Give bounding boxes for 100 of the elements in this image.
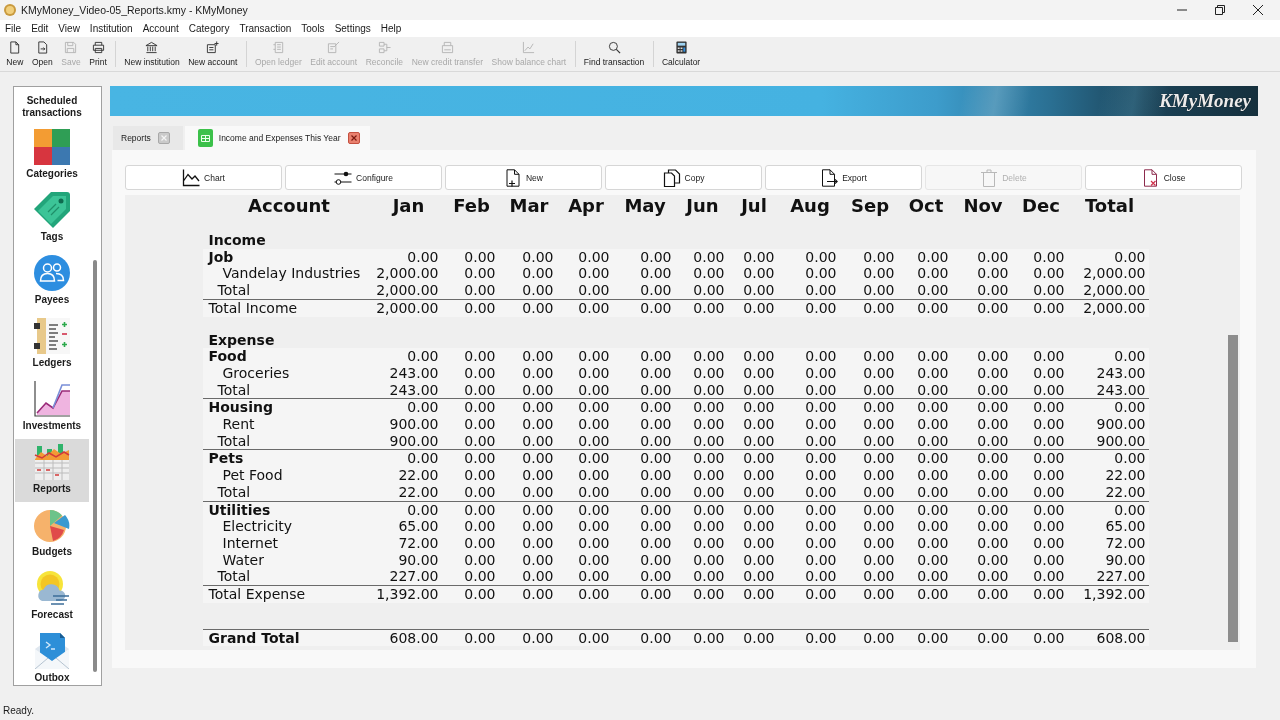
menu-item[interactable]: File xyxy=(0,22,27,35)
report-button[interactable]: Chart xyxy=(125,165,282,190)
document-arrow-icon xyxy=(35,41,49,54)
sidebar-item[interactable]: Scheduled transactions xyxy=(15,87,89,124)
restore-icon[interactable] xyxy=(1215,5,1225,15)
toolbar-button[interactable]: New account xyxy=(183,37,242,71)
document-icon xyxy=(8,41,22,54)
sidebar-item[interactable]: Tags xyxy=(15,187,89,250)
sidebar-item[interactable]: Reports xyxy=(15,439,89,502)
amount-cell: 0.00 xyxy=(441,282,499,300)
amount-cell: 0.00 xyxy=(839,416,898,433)
sidebar-item[interactable]: Ledgers xyxy=(15,313,89,376)
amount-cell: 0.00 xyxy=(441,586,499,603)
report-button[interactable]: Configure xyxy=(285,165,442,190)
sidebar-item[interactable]: Budgets xyxy=(15,502,89,565)
amount-cell: 0.00 xyxy=(441,399,499,417)
menu-item[interactable]: Category xyxy=(183,22,235,35)
amount-cell: 0.00 xyxy=(498,450,557,468)
amount-cell: 0.00 xyxy=(441,568,499,587)
scrollbar-thumb[interactable] xyxy=(1228,335,1238,642)
amount-cell: 0.00 xyxy=(441,248,499,266)
document-pencil-icon xyxy=(327,41,341,54)
amount-cell: 0.00 xyxy=(674,568,728,587)
report-button[interactable]: Export xyxy=(765,165,922,190)
amount-cell: 0.00 xyxy=(556,628,613,647)
toolbar-button[interactable]: Print xyxy=(84,37,112,71)
grand-total-label: Grand Total xyxy=(202,628,373,647)
amount-cell: 0.00 xyxy=(498,265,557,283)
menu-item[interactable]: Edit xyxy=(26,22,54,35)
report-button[interactable]: Copy xyxy=(605,165,762,190)
menu-item[interactable]: View xyxy=(53,22,85,35)
amount-cell: 0.00 xyxy=(897,265,952,283)
toolbar-button[interactable]: Find transaction xyxy=(579,37,649,71)
toolbar-button[interactable]: Open xyxy=(27,37,57,71)
amount-cell: 0.00 xyxy=(498,348,557,365)
amount-cell: 0.00 xyxy=(951,518,1012,535)
amount-cell: 608.00 xyxy=(1067,628,1149,647)
menu-item[interactable]: Settings xyxy=(329,22,376,35)
sidebar-item[interactable]: Investments xyxy=(15,376,89,439)
amount-cell: 0.00 xyxy=(556,399,613,417)
subtotal-label: Total xyxy=(202,282,373,300)
amount-cell: 0.00 xyxy=(839,399,898,417)
amount-cell: 0.00 xyxy=(839,628,898,647)
category-name: Housing xyxy=(202,399,373,417)
menu-item[interactable]: Account xyxy=(137,22,184,35)
amount-cell: 0.00 xyxy=(951,416,1012,433)
coin-icon xyxy=(4,4,16,16)
menu-item[interactable]: Transaction xyxy=(234,22,297,35)
sidebar-item[interactable]: Payees xyxy=(15,250,89,313)
amount-cell: 0.00 xyxy=(498,518,557,535)
toolbar-button[interactable]: New xyxy=(2,37,28,71)
amount-cell: 0.00 xyxy=(777,248,840,266)
amount-cell: 22.00 xyxy=(1067,467,1149,484)
spreadsheet-chart-icon xyxy=(34,444,70,480)
amount-cell: 0.00 xyxy=(1011,518,1068,535)
report-button[interactable]: Close xyxy=(1085,165,1242,190)
menu-item[interactable]: Tools xyxy=(296,22,330,35)
amount-cell: 0.00 xyxy=(674,450,728,468)
amount-cell: 0.00 xyxy=(777,628,840,647)
calculator-icon xyxy=(674,41,688,54)
amount-cell: 0.00 xyxy=(897,518,952,535)
amount-cell: 0.00 xyxy=(951,248,1012,266)
close-icon[interactable] xyxy=(1253,5,1263,15)
amount-cell: 65.00 xyxy=(1067,518,1149,535)
spreadsheet-icon xyxy=(197,129,213,147)
amount-cell: 0.00 xyxy=(674,282,728,300)
document-arrow-icon xyxy=(820,168,839,187)
amount-cell: 0.00 xyxy=(1011,450,1068,468)
amount-cell: 0.00 xyxy=(1011,248,1068,266)
account-name: Electricity xyxy=(202,518,373,535)
amount-cell: 0.00 xyxy=(498,586,557,603)
tab[interactable]: Income and Expenses This Year xyxy=(184,126,370,150)
amount-cell: 0.00 xyxy=(951,467,1012,484)
amount-cell: 0.00 xyxy=(897,416,952,433)
sidebar-item[interactable]: Outbox xyxy=(15,628,89,685)
amount-cell: 0.00 xyxy=(1067,399,1149,417)
sidebar-item[interactable]: Forecast xyxy=(15,565,89,628)
menu-item[interactable]: Institution xyxy=(84,22,138,35)
toolbar-button[interactable]: Calculator xyxy=(657,37,705,71)
menu-item[interactable]: Help xyxy=(375,22,407,35)
subtotal-label: Total xyxy=(202,568,373,587)
amount-cell: 0.00 xyxy=(441,628,499,647)
building-icon xyxy=(145,41,159,54)
amount-cell: 0.00 xyxy=(612,348,675,365)
close-icon[interactable] xyxy=(347,132,360,144)
amount-cell: 0.00 xyxy=(612,282,675,300)
report-button[interactable]: New xyxy=(445,165,602,190)
amount-cell: 0.00 xyxy=(674,399,728,417)
column-header: Sep xyxy=(849,195,891,217)
envelope-icon xyxy=(34,633,70,669)
sidebar-item[interactable]: Categories xyxy=(15,124,89,187)
toolbar-button[interactable]: New institution xyxy=(120,37,184,71)
amount-cell: 0.00 xyxy=(1067,348,1149,365)
tab[interactable]: Reports xyxy=(113,126,183,150)
amount-cell: 0.00 xyxy=(1011,467,1068,484)
amount-cell: 0.00 xyxy=(951,348,1012,365)
scrollbar-thumb[interactable] xyxy=(93,260,97,672)
amount-cell: 0.00 xyxy=(727,628,778,647)
amount-cell: 65.00 xyxy=(372,518,442,535)
section-heading: Expense xyxy=(207,330,276,349)
